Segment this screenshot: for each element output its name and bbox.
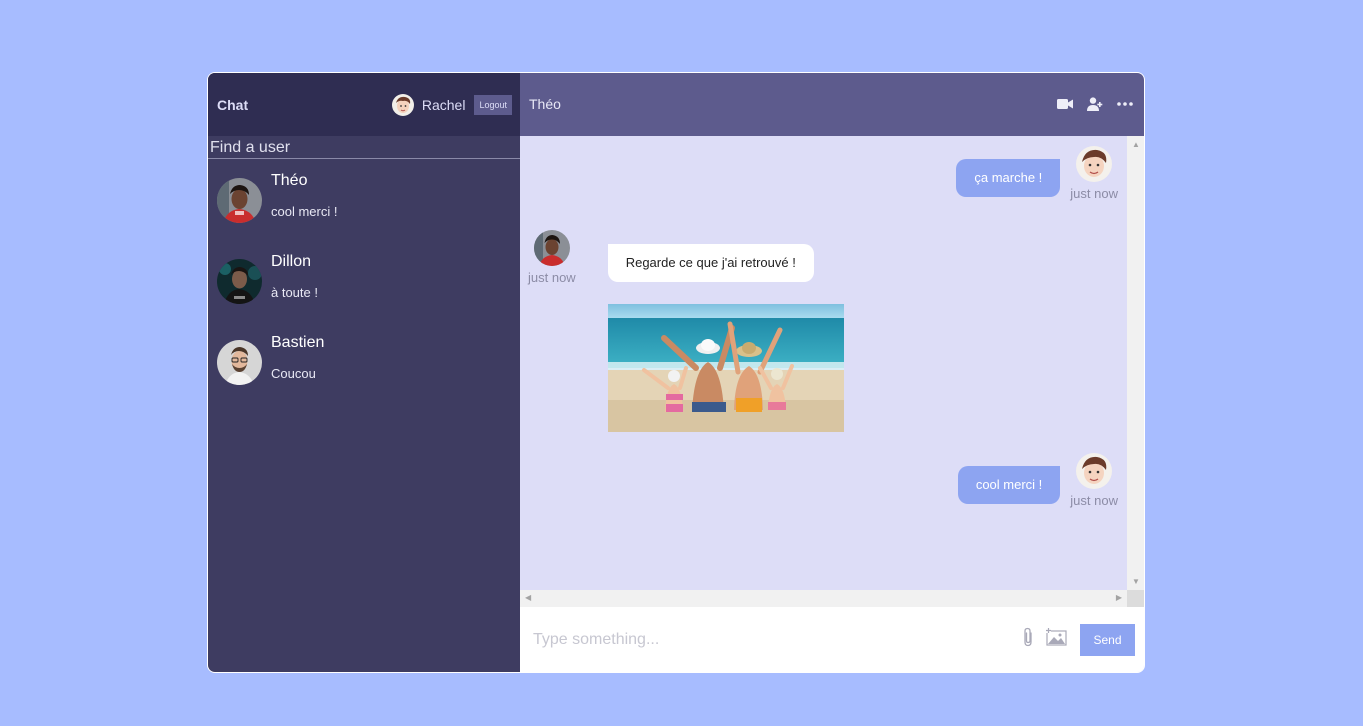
message-owner: just now ça marche ! <box>956 145 1118 201</box>
video-camera-icon[interactable] <box>1057 98 1073 110</box>
user-chat-item-dillon[interactable]: Dillon à toute ! <box>208 240 520 321</box>
current-user: Rachel Logout <box>391 93 512 116</box>
chat-panel: Théo just now ça marche ! just now Regar… <box>520 73 1144 672</box>
user-avatar <box>217 178 262 223</box>
chat-header: Théo <box>520 73 1144 136</box>
message-bubble: ça marche ! <box>956 158 1061 197</box>
message-image[interactable] <box>607 303 844 432</box>
message-avatar <box>1076 145 1113 182</box>
message-owner: just now cool merci ! <box>957 452 1118 508</box>
message-bubble: Regarde ce que j'ai retrouvé ! <box>607 243 814 282</box>
user-chat-name: Bastien <box>271 334 325 351</box>
add-image-icon[interactable] <box>1046 628 1068 651</box>
user-chat-last-message: cool merci ! <box>271 204 338 219</box>
current-user-avatar <box>391 93 414 116</box>
messages-container[interactable]: just now ça marche ! just now Regarde ce… <box>520 135 1144 608</box>
message-time: just now <box>528 269 576 285</box>
chat-title: Théo <box>529 96 561 113</box>
search-input[interactable] <box>208 136 520 158</box>
app-logo: Chat <box>217 96 249 113</box>
send-button[interactable]: Send <box>1080 623 1135 656</box>
user-chat-item-theo[interactable]: Théo cool merci ! <box>208 159 520 240</box>
sidebar-navbar: Chat Rachel Logout <box>208 73 520 136</box>
paperclip-icon[interactable] <box>1022 627 1034 652</box>
messages-list: just now ça marche ! just now Regarde ce… <box>520 136 1127 591</box>
user-chat-last-message: à toute ! <box>271 285 318 300</box>
sidebar: Chat Rachel Logout Find a user Théo cool… <box>208 73 520 672</box>
vertical-scrollbar[interactable]: ▲ ▼ <box>1127 135 1144 591</box>
message-bubble: cool merci ! <box>957 465 1061 504</box>
message-avatar <box>1076 452 1113 489</box>
message-avatar <box>533 229 570 266</box>
message-other: just now Regarde ce que j'ai retrouvé ! <box>528 229 844 432</box>
user-avatar <box>217 340 262 385</box>
message-input-bar: Send <box>520 607 1144 672</box>
message-input[interactable] <box>531 629 1022 650</box>
message-time: just now <box>1070 185 1118 201</box>
user-chat-item-bastien[interactable]: Bastien Coucou <box>208 321 520 402</box>
chat-app: Chat Rachel Logout Find a user Théo cool… <box>207 72 1145 673</box>
user-avatar <box>217 259 262 304</box>
message-time: just now <box>1070 492 1118 508</box>
more-icon[interactable] <box>1117 102 1133 107</box>
search-form <box>208 136 520 159</box>
user-chat-name: Dillon <box>271 253 312 270</box>
add-user-icon[interactable] <box>1087 97 1103 112</box>
user-chat-last-message: Coucou <box>271 366 316 381</box>
user-chat-name: Théo <box>271 172 308 189</box>
current-user-name: Rachel <box>421 96 466 113</box>
horizontal-scrollbar[interactable]: ◀ ▶ <box>520 590 1127 608</box>
logout-button[interactable]: Logout <box>474 94 512 115</box>
